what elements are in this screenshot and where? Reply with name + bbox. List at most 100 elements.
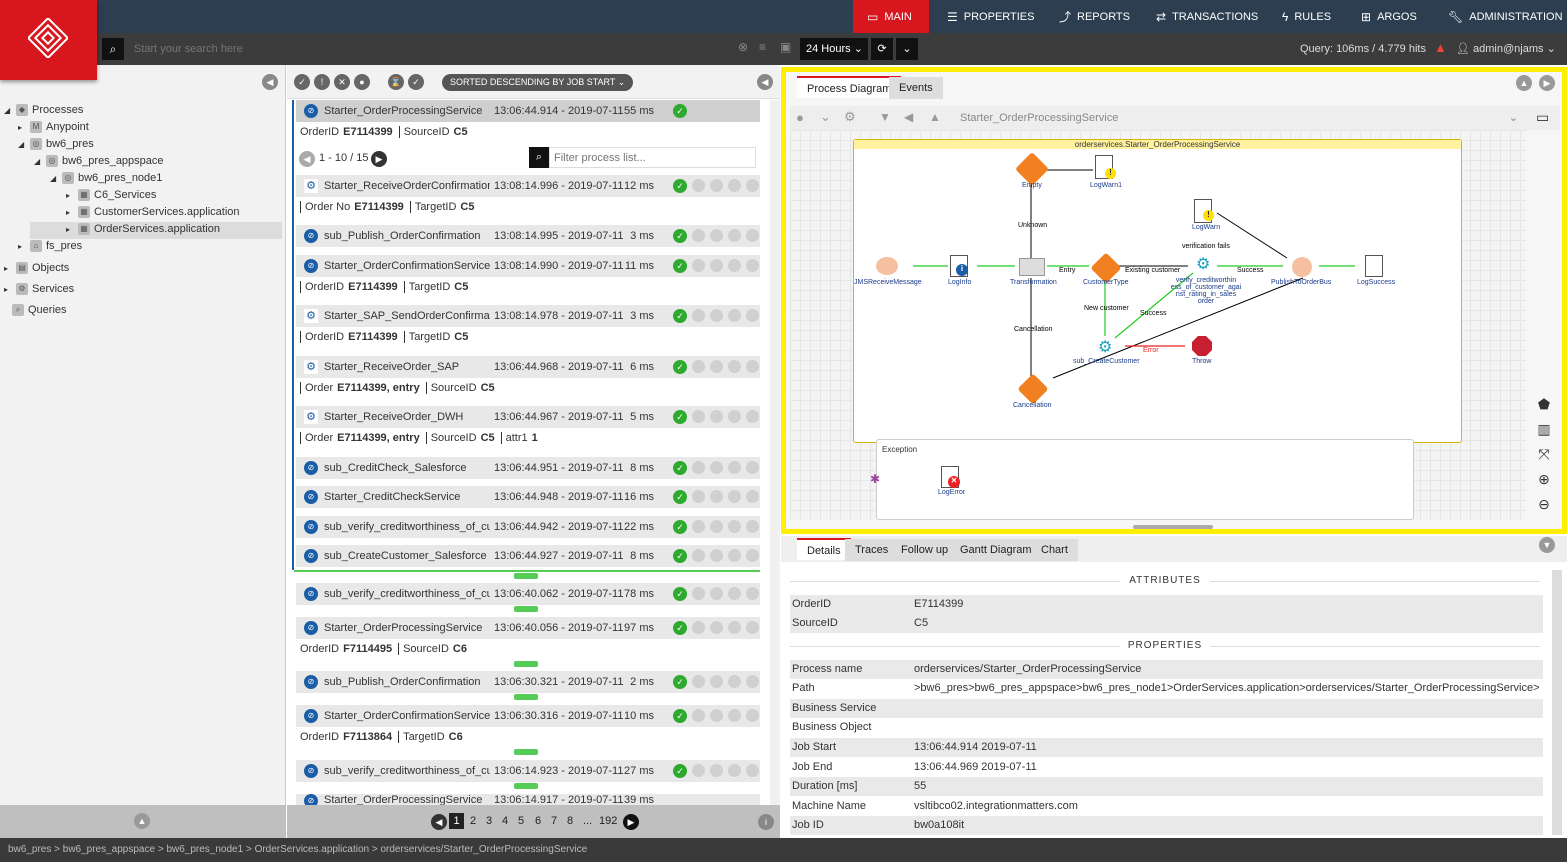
filter-error-icon[interactable]: ✕ — [334, 74, 350, 90]
logsuccess-icon[interactable] — [1365, 255, 1383, 277]
sub-next-button[interactable]: ▶ — [371, 151, 387, 167]
page-7[interactable]: 7 — [551, 815, 557, 827]
filter-hourglass-icon[interactable]: ⌛ — [388, 74, 404, 90]
step-up-icon[interactable]: ▲ — [929, 110, 941, 124]
app-logo[interactable] — [0, 0, 97, 80]
tab-process-diagram[interactable]: Process Diagram — [797, 76, 902, 98]
tree-item-fs-pres[interactable]: ▸ ⌂ fs_pres — [18, 238, 82, 254]
expand-right-button[interactable]: ▶ — [1539, 75, 1555, 91]
tab-details[interactable]: Details — [797, 538, 851, 560]
save-icon[interactable]: ▣ — [780, 40, 791, 54]
table-row[interactable]: ⊘ sub_Publish_OrderConfirmation 13:08:14.9… — [296, 225, 760, 247]
nav-argos[interactable]: ⊞ ARGOS — [1347, 0, 1431, 33]
tree-item-objects[interactable]: ▸ ▤ Objects — [4, 260, 69, 276]
collapse-down-button[interactable]: ▼ — [1539, 537, 1555, 553]
more-options-button[interactable]: ⌄ — [896, 38, 918, 60]
nav-main[interactable]: ▭ MAIN — [853, 0, 929, 33]
table-row[interactable]: ⚙ Starter_ReceiveOrder_SAP 13:06:44.968 - … — [296, 356, 760, 378]
tag-icon[interactable]: ⬟ — [1533, 396, 1555, 416]
expand-icon[interactable]: ◢ — [50, 174, 58, 183]
subprocess-gears-icon[interactable]: ⚙ — [1196, 254, 1210, 274]
fit-icon[interactable]: ⤧ — [1533, 446, 1555, 466]
tree-item-c6-services[interactable]: ▸ ▦ C6_Services — [66, 187, 156, 203]
expand-icon[interactable]: ▸ — [4, 285, 12, 294]
tab-follow-up[interactable]: Follow up — [891, 539, 959, 561]
info-button[interactable]: i — [758, 814, 774, 830]
filter-running-icon[interactable]: ● — [354, 74, 370, 90]
table-row[interactable]: ⊘ Starter_OrderConfirmationService 13:06:3… — [296, 705, 760, 727]
transformation-icon[interactable] — [1019, 258, 1045, 276]
table-row[interactable]: ⊘ sub_CreateCustomer_Salesforce 13:06:44.9… — [296, 545, 760, 567]
chip-icon[interactable]: ▥ — [1533, 421, 1555, 441]
page-1[interactable]: 1 — [449, 813, 464, 829]
list-options-icon[interactable]: ≡ — [759, 40, 766, 54]
expand-icon[interactable]: ◢ — [4, 106, 12, 115]
tree-item-queries[interactable]: ⌕ Queries — [12, 302, 67, 318]
tree-item-bw6-pres[interactable]: ◢ ◎ bw6_pres — [18, 136, 94, 152]
catch-icon[interactable]: ✱ — [870, 472, 880, 486]
expand-icon[interactable]: ▸ — [18, 242, 26, 251]
tab-gantt[interactable]: Gantt Diagram — [950, 539, 1042, 561]
select-all-icon[interactable]: ✓ — [408, 74, 424, 90]
expand-grip[interactable] — [514, 573, 538, 579]
table-row[interactable]: ⚙ Starter_ReceiveOrder_DWH 13:06:44.967 - … — [296, 406, 760, 428]
expand-icon[interactable]: ◢ — [34, 157, 42, 166]
table-row[interactable]: ⊘ Starter_OrderConfirmationService 13:08:1… — [296, 255, 760, 277]
table-row[interactable]: ⊘ Starter_OrderProcessingService 13:06:14.… — [296, 794, 760, 805]
nav-administration[interactable]: 🔧︎ ADMINISTRATION — [1434, 0, 1567, 33]
scroll-top-button[interactable]: ▲ — [134, 813, 150, 829]
expand-icon[interactable]: ▸ — [4, 264, 12, 273]
throw-icon[interactable] — [1192, 336, 1212, 356]
table-row[interactable]: ⊘sub_verify_creditworthiness_of_custor13… — [296, 760, 760, 782]
process-select[interactable]: Starter_OrderProcessingService ⌄ — [954, 108, 1524, 128]
table-row[interactable]: ⊘ Starter_OrderProcessingService 13:06:44.… — [296, 100, 760, 122]
tree-item-services[interactable]: ▸ ⚙ Services — [4, 281, 74, 297]
expand-icon[interactable]: ◢ — [18, 140, 26, 149]
table-row[interactable]: ⊘sub_verify_creditworthiness_of_custor13… — [296, 583, 760, 605]
tree-item-node1[interactable]: ◢ ◎ bw6_pres_node1 — [50, 170, 162, 186]
publish-icon[interactable] — [1292, 257, 1312, 277]
expand-grip[interactable] — [514, 694, 538, 700]
step-back-icon[interactable]: ◀ — [904, 110, 913, 124]
collapse-left-button[interactable]: ◀ — [262, 74, 278, 90]
page-6[interactable]: 6 — [535, 815, 541, 827]
zoom-in-icon[interactable]: ⊕ — [1533, 471, 1555, 491]
expand-grip[interactable] — [514, 783, 538, 789]
table-row[interactable]: ⊘ Starter_CreditCheckService 13:06:44.948 … — [296, 486, 760, 508]
user-menu[interactable]: 👤︎ admin@njams ⌄ — [1456, 33, 1556, 65]
expand-icon[interactable]: ▸ — [66, 225, 74, 234]
panel-resize-handle[interactable] — [1133, 525, 1213, 529]
expand-icon[interactable]: ▸ — [66, 191, 74, 200]
expand-grip[interactable] — [514, 606, 538, 612]
settings-icon[interactable]: ⚙ — [844, 109, 856, 125]
clear-icon[interactable]: ⊗ — [738, 40, 748, 54]
details-scrollbar[interactable] — [1552, 570, 1562, 835]
filter-warning-icon[interactable]: ! — [314, 74, 330, 90]
next-page-button[interactable]: ▶ — [623, 814, 639, 830]
expand-grip[interactable] — [514, 661, 538, 667]
nav-rules[interactable]: ϟ RULES — [1268, 0, 1345, 33]
table-row[interactable]: ⚙ Starter_SAP_SendOrderConfirmatior 13:08:… — [296, 305, 760, 327]
table-row[interactable]: ⊘ sub_Publish_OrderConfirmation 13:06:30.3… — [296, 671, 760, 693]
collapse-middle-button[interactable]: ◀ — [757, 74, 773, 90]
expand-grip[interactable] — [514, 749, 538, 755]
nav-transactions[interactable]: ⇄ TRANSACTIONS — [1142, 0, 1272, 33]
tree-item-customerservices[interactable]: ▸ ▦ CustomerServices.application — [66, 204, 240, 220]
nav-properties[interactable]: ☰ PROPERTIES — [933, 0, 1048, 33]
sub-prev-button[interactable]: ◀ — [299, 151, 315, 167]
prev-page-button[interactable]: ◀ — [431, 814, 447, 830]
filter-process-input[interactable] — [549, 147, 756, 168]
sort-dropdown[interactable]: SORTED DESCENDING BY JOB START ⌄ — [442, 74, 634, 91]
filter-search-icon[interactable]: ⌕ — [529, 147, 549, 168]
tree-item-anypoint[interactable]: ▸ M Anypoint — [18, 119, 89, 135]
table-row[interactable]: ⚙ Starter_ReceiveOrderConfirmation_C 13:08… — [296, 175, 760, 197]
tree-item-orderservices[interactable]: ▸ ▦ OrderServices.application — [66, 221, 220, 237]
chevron-down-icon[interactable]: ⌄ — [820, 109, 831, 125]
pin-icon[interactable]: ● — [796, 110, 804, 125]
page-2[interactable]: 2 — [470, 815, 476, 827]
page-5[interactable]: 5 — [518, 815, 524, 827]
tree-item-processes[interactable]: ◢ ◆ Processes — [4, 102, 83, 118]
zoom-out-icon[interactable]: ⊖ — [1533, 496, 1555, 516]
process-list-scrollbar[interactable] — [770, 100, 780, 805]
tab-chart[interactable]: Chart — [1031, 539, 1078, 561]
